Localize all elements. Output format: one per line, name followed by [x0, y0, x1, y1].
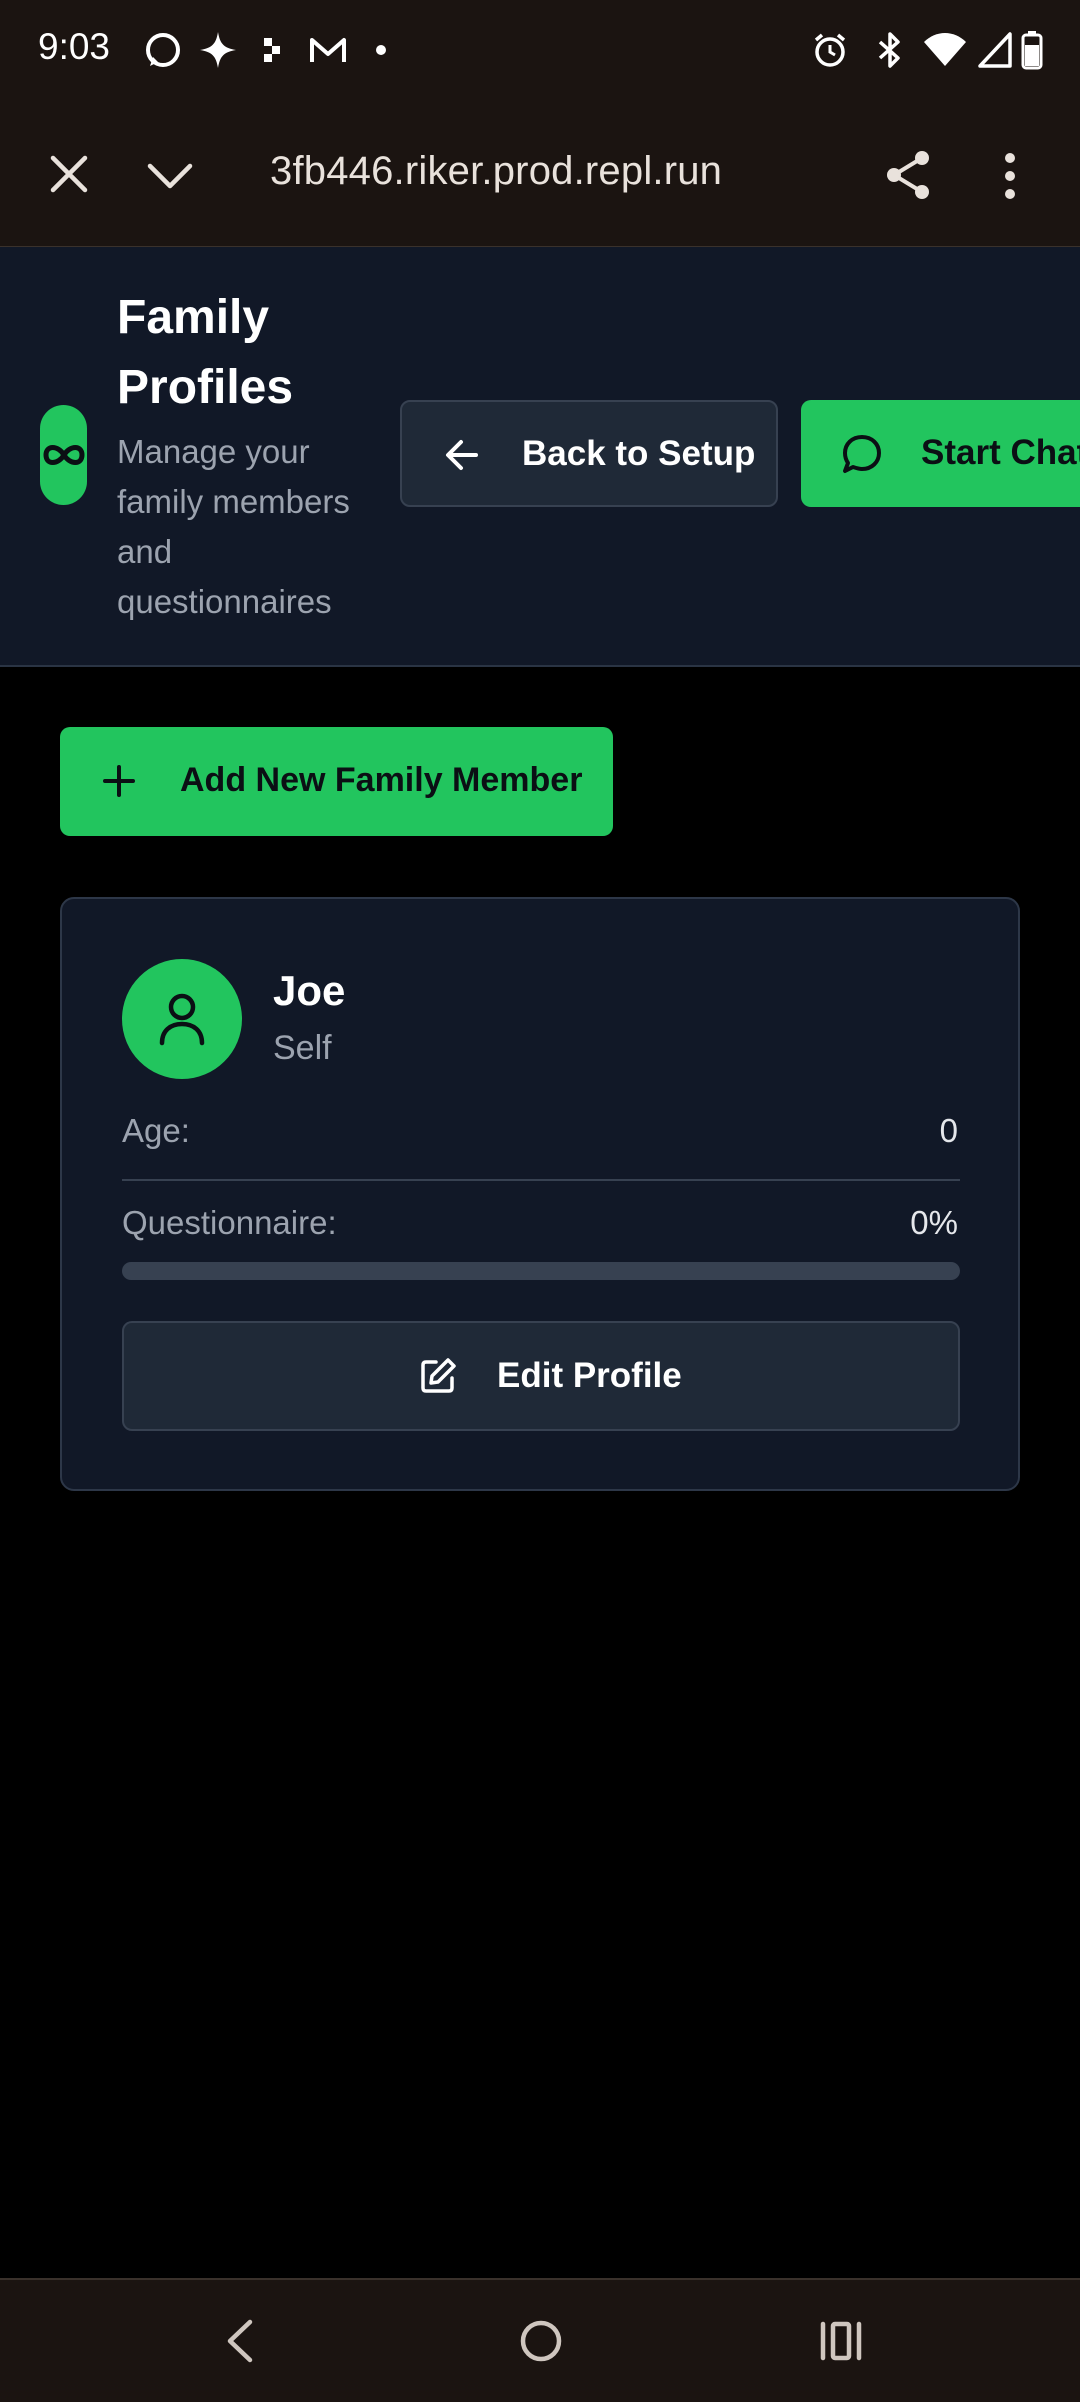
questionnaire-label: Questionnaire:: [122, 1204, 337, 1241]
back-to-setup-button[interactable]: Back to Setup: [400, 400, 778, 507]
back-nav-icon[interactable]: [222, 2318, 258, 2369]
status-bar: 9:03: [0, 0, 1080, 105]
browser-toolbar: 3fb446.riker.prod.repl.run: [0, 105, 1080, 248]
dot-icon: [374, 30, 388, 75]
signal-icon: [978, 30, 1014, 75]
edit-profile-label: Edit Profile: [497, 1356, 682, 1395]
member-relation: Self: [273, 1029, 332, 1067]
plus-icon: [102, 764, 136, 803]
chat-bubble-icon: [841, 433, 883, 480]
page-header: Family Profiles Manage your family membe…: [0, 247, 1080, 667]
start-chat-label: Start Chat: [921, 433, 1080, 472]
home-nav-icon[interactable]: [518, 2318, 564, 2369]
app-icon: [258, 30, 288, 75]
page-subtitle: Manage your family members and questionn…: [117, 433, 350, 620]
battery-icon: [1020, 30, 1044, 75]
share-icon[interactable]: [884, 149, 934, 206]
url-bar[interactable]: 3fb446.riker.prod.repl.run: [270, 149, 722, 194]
system-nav-bar: [0, 2278, 1080, 2402]
page-title: Family Profiles: [117, 291, 294, 414]
status-time: 9:03: [38, 26, 111, 67]
chevron-down-icon[interactable]: [146, 160, 194, 197]
questionnaire-value: 0%: [910, 1204, 958, 1241]
whatsapp-icon: [143, 30, 183, 75]
member-name: Joe: [273, 967, 346, 1014]
gmail-icon: [308, 30, 348, 75]
add-family-member-button[interactable]: Add New Family Member: [60, 727, 613, 836]
recents-nav-icon[interactable]: [818, 2318, 864, 2369]
add-family-member-label: Add New Family Member: [180, 761, 583, 799]
back-to-setup-label: Back to Setup: [522, 433, 756, 473]
questionnaire-progress-bar: [122, 1262, 960, 1280]
divider: [122, 1179, 960, 1181]
more-vert-icon[interactable]: [1000, 152, 1020, 205]
start-chat-button[interactable]: Start Chat: [801, 400, 1080, 507]
family-member-card: Joe Self Age: 0 Questionnaire: 0% Edit P…: [60, 897, 1020, 1491]
sparkle-icon: [198, 30, 238, 75]
arrow-left-icon: [444, 438, 480, 477]
app-logo: [40, 405, 87, 505]
close-icon[interactable]: [48, 153, 90, 200]
infinity-icon: [42, 445, 85, 465]
wifi-icon: [922, 30, 968, 75]
edit-profile-button[interactable]: Edit Profile: [122, 1321, 960, 1431]
avatar: [122, 959, 242, 1079]
user-icon: [159, 993, 205, 1046]
age-label: Age:: [122, 1112, 190, 1149]
alarm-icon: [810, 30, 850, 75]
age-value: 0: [939, 1112, 958, 1149]
bluetooth-icon: [872, 30, 908, 75]
edit-icon: [419, 1357, 457, 1400]
